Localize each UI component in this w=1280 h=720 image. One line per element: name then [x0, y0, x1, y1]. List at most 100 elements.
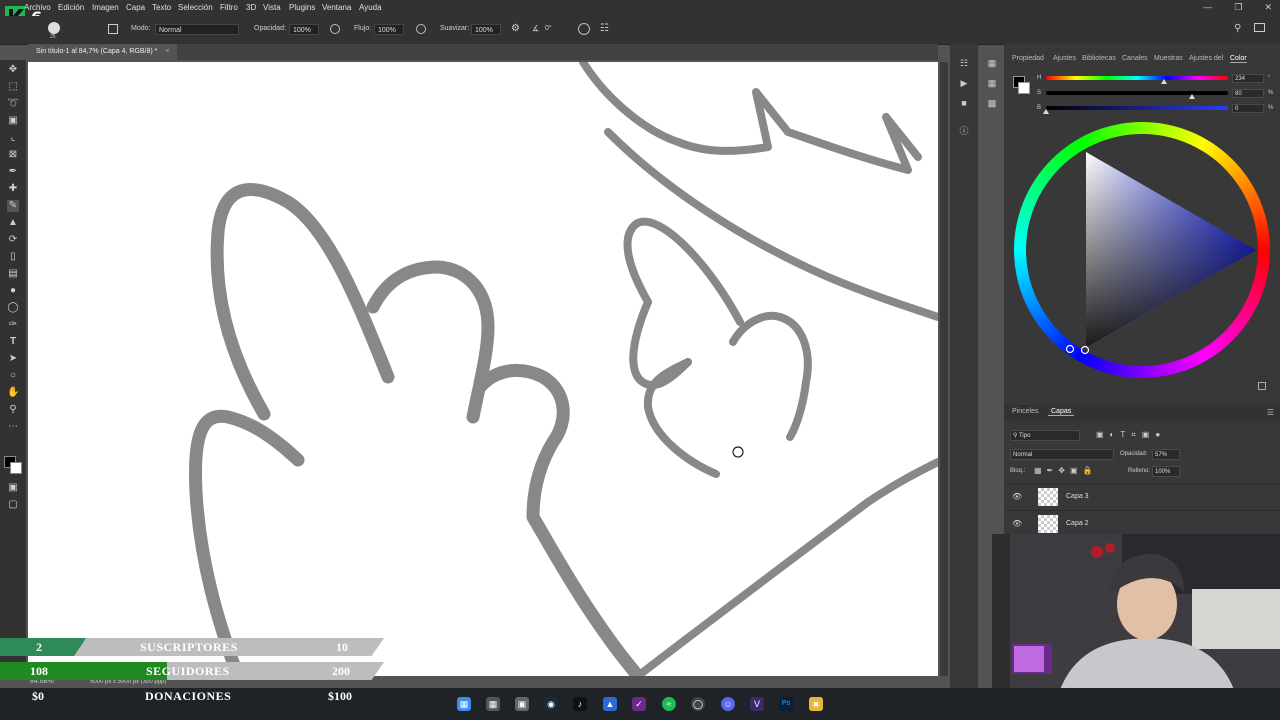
move-tool-icon[interactable]: ✥: [7, 64, 19, 76]
tab-propiedades[interactable]: Propiedad: [1012, 55, 1044, 62]
adjust-panel-icon[interactable]: ▦: [986, 58, 998, 70]
layer-name[interactable]: Capa 2: [1066, 520, 1089, 527]
airbrush-icon[interactable]: [416, 24, 426, 34]
lock-icons[interactable]: ▦✒✥▣🔒: [1034, 466, 1097, 475]
frame-tool-icon[interactable]: ⊠: [7, 149, 19, 161]
smoothing-settings-icon[interactable]: ⚙: [511, 24, 521, 34]
menu-seleccion[interactable]: Selección: [178, 3, 213, 12]
maximize-icon[interactable]: ❐: [1234, 2, 1242, 12]
hue-slider[interactable]: [1046, 76, 1228, 80]
menu-ayuda[interactable]: Ayuda: [359, 3, 382, 12]
healing-brush-icon[interactable]: ✚: [7, 183, 19, 195]
pressure-opacity-icon[interactable]: [330, 24, 340, 34]
gradient-tool-icon[interactable]: ▤: [7, 268, 19, 280]
brush-tool-icon[interactable]: ✎: [7, 200, 19, 212]
lasso-tool-icon[interactable]: ➰: [7, 98, 19, 110]
menu-capa[interactable]: Capa: [126, 3, 145, 12]
saturation-slider[interactable]: [1046, 91, 1228, 95]
tab-ajustes-del[interactable]: Ajustes del: [1189, 55, 1223, 62]
layer-opacity-input[interactable]: 57%: [1152, 449, 1180, 460]
flow-input[interactable]: 100%: [374, 24, 404, 35]
layer-filter-icons[interactable]: ▣◐T⌗▣●: [1096, 430, 1166, 440]
layer-row[interactable]: 👁 Capa 2: [1004, 510, 1280, 537]
vegas-icon[interactable]: V: [750, 697, 764, 711]
chrome-icon[interactable]: ◯: [691, 697, 705, 711]
bg-color-chip[interactable]: [1018, 82, 1030, 94]
stamp-tool-icon[interactable]: ▲: [7, 217, 19, 229]
document-tab[interactable]: Sin título-1 al 84,7% (Capa 4, RGB/8) * …: [28, 44, 178, 60]
brightness-slider[interactable]: [1046, 106, 1228, 110]
brush-preset-icon[interactable]: [48, 22, 60, 34]
quick-mask-icon[interactable]: ▣: [7, 482, 19, 494]
dodge-tool-icon[interactable]: ◯: [7, 302, 19, 314]
actions-play-icon[interactable]: ▶: [958, 78, 970, 90]
menu-texto[interactable]: Texto: [152, 3, 171, 12]
marquee-tool-icon[interactable]: ⬚: [7, 81, 19, 93]
eraser-tool-icon[interactable]: ▯: [7, 251, 19, 263]
shape-tool-icon[interactable]: ○: [7, 370, 19, 382]
layer-filter-select[interactable]: ⚲ Tipo: [1010, 430, 1080, 441]
info-icon[interactable]: ⓘ: [958, 124, 970, 136]
screen-mode-icon[interactable]: ▢: [7, 499, 19, 511]
symmetry-icon[interactable]: ☷: [600, 23, 609, 34]
hand-tool-icon[interactable]: ✋: [7, 387, 19, 399]
pen-tool-icon[interactable]: ✑: [7, 319, 19, 331]
saturation-slider-thumb[interactable]: [1188, 94, 1195, 99]
b-value[interactable]: 0: [1232, 104, 1264, 113]
layer-row[interactable]: 👁 Capa 3: [1004, 483, 1280, 510]
windows-start-icon[interactable]: ▦: [457, 697, 471, 711]
menu-3d[interactable]: 3D: [246, 3, 256, 12]
hue-slider-thumb[interactable]: [1161, 79, 1168, 84]
workspace-icon[interactable]: [1254, 23, 1265, 32]
close-icon[interactable]: ✕: [1264, 2, 1272, 12]
zoom-tool-icon[interactable]: ⚲: [7, 404, 19, 416]
color-triangle[interactable]: [1014, 122, 1270, 378]
crop-tool-icon[interactable]: ⌞: [7, 132, 19, 144]
more-tools-icon[interactable]: ⋯: [7, 421, 19, 433]
close-tab-icon[interactable]: ×: [165, 48, 169, 55]
history-panel-icon[interactable]: ☷: [958, 58, 970, 70]
tiktok-icon[interactable]: ♪: [573, 697, 587, 711]
layer-name[interactable]: Capa 3: [1066, 493, 1089, 500]
vs-icon[interactable]: ✓: [632, 697, 646, 711]
mode-select[interactable]: Normal: [155, 24, 239, 35]
brightness-slider-thumb[interactable]: [1043, 109, 1049, 114]
menu-filtro[interactable]: Filtro: [220, 3, 238, 12]
canvas[interactable]: [28, 62, 938, 676]
tab-canales[interactable]: Canales: [1122, 55, 1148, 62]
minimize-icon[interactable]: —: [1203, 2, 1212, 12]
visibility-eye-icon[interactable]: 👁: [1012, 519, 1022, 528]
background-color-swatch[interactable]: [10, 462, 22, 474]
angle-value[interactable]: 0°: [545, 25, 552, 32]
path-select-icon[interactable]: ➤: [7, 353, 19, 365]
tab-ajustes[interactable]: Ajustes: [1053, 55, 1076, 62]
tab-bibliotecas[interactable]: Bibliotecas: [1082, 55, 1116, 62]
spotify-icon[interactable]: ≈: [662, 697, 676, 711]
tab-capas[interactable]: Capas: [1048, 408, 1075, 416]
tab-color[interactable]: Color: [1230, 55, 1247, 63]
panel-menu-icon[interactable]: ☰: [1267, 408, 1274, 417]
type-tool-icon[interactable]: T: [7, 336, 19, 348]
object-select-icon[interactable]: ▣: [7, 115, 19, 127]
swatch-panel-icon[interactable]: ▩: [986, 98, 998, 110]
maps-icon[interactable]: ▲: [603, 697, 617, 711]
comments-icon[interactable]: ■: [958, 98, 970, 110]
menu-vista[interactable]: Vista: [263, 3, 281, 12]
eyedropper-icon[interactable]: ✒: [7, 166, 19, 178]
brush-panel-icon[interactable]: [108, 24, 118, 34]
menu-imagen[interactable]: Imagen: [92, 3, 119, 12]
blur-tool-icon[interactable]: ●: [7, 285, 19, 297]
fill-input[interactable]: 100%: [1152, 466, 1180, 477]
panel-resize-icon[interactable]: [1258, 382, 1266, 390]
menu-edicion[interactable]: Edición: [58, 3, 84, 12]
opacity-input[interactable]: 100%: [289, 24, 319, 35]
grid-panel-icon[interactable]: ▦: [986, 78, 998, 90]
tab-muestras[interactable]: Muestras: [1154, 55, 1183, 62]
pressure-size-icon[interactable]: [578, 23, 590, 35]
vertical-scrollbar[interactable]: [940, 62, 948, 676]
discord-icon[interactable]: ☺: [721, 697, 735, 711]
search-icon[interactable]: ⚲: [1234, 23, 1241, 34]
file-explorer-icon[interactable]: ▦: [486, 697, 500, 711]
folder-icon[interactable]: ■: [809, 697, 823, 711]
tab-pinceles[interactable]: Pinceles: [1012, 408, 1038, 415]
